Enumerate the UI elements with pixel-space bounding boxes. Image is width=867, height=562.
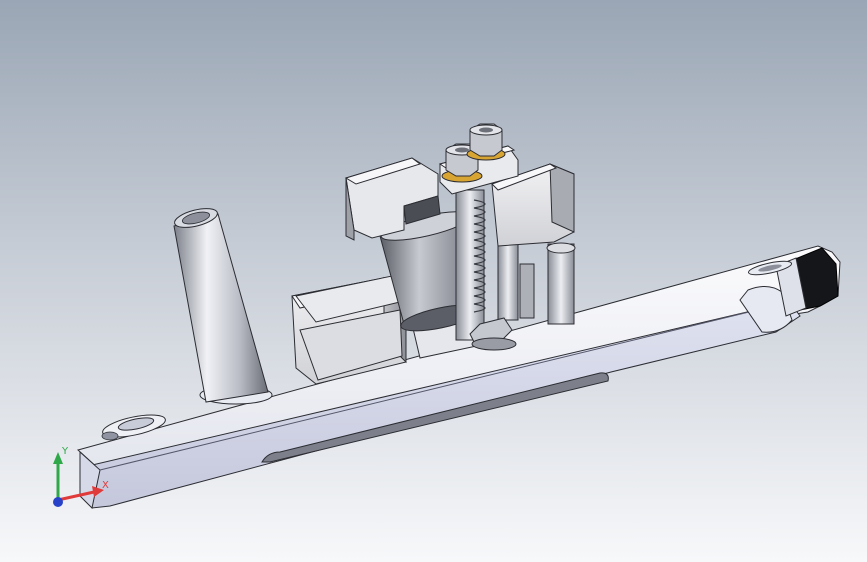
z-axis-origin (53, 497, 63, 507)
tapered-post (173, 208, 273, 405)
hex-nut-right (466, 123, 506, 161)
cad-viewport[interactable]: Y X (0, 0, 867, 562)
right-vertical-pin (519, 242, 576, 325)
coordinate-triad: Y X (53, 446, 109, 507)
cad-model-scene (76, 123, 841, 510)
y-axis-label: Y (61, 446, 69, 457)
x-axis-line (57, 490, 95, 502)
x-axis-label: X (102, 480, 109, 491)
